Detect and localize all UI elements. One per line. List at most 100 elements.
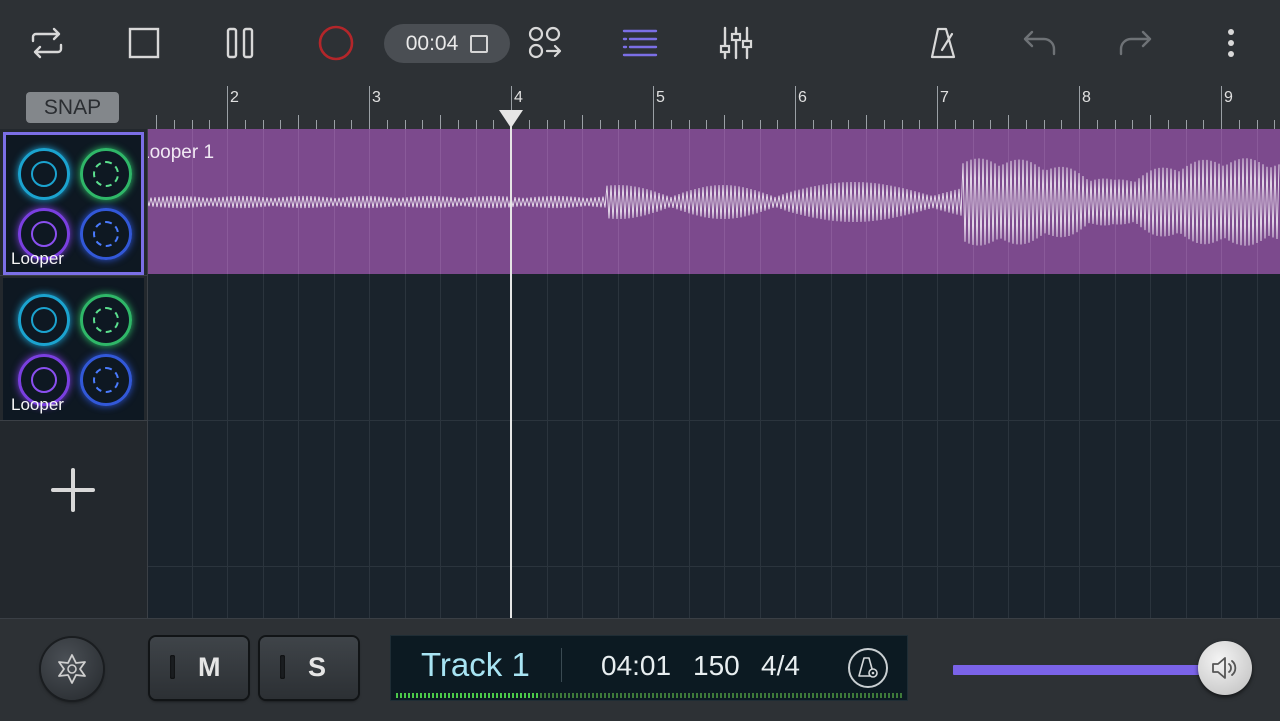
ruler-tick bbox=[493, 120, 494, 129]
mute-label: M bbox=[198, 652, 221, 682]
display-divider bbox=[561, 648, 562, 682]
mixer-icon bbox=[719, 26, 753, 60]
ruler-tick bbox=[564, 120, 565, 129]
solo-button[interactable]: S bbox=[260, 637, 358, 699]
track-row-divider bbox=[147, 420, 1280, 421]
track-row-divider bbox=[147, 566, 1280, 567]
ruler-tick bbox=[919, 120, 920, 129]
track-list-button[interactable] bbox=[615, 18, 665, 68]
ruler-tick bbox=[795, 86, 796, 129]
metronome-settings-icon bbox=[858, 657, 878, 678]
track-header-looper-2[interactable]: Looper bbox=[3, 278, 144, 421]
ruler-tick bbox=[405, 120, 406, 129]
metronome-icon bbox=[930, 27, 956, 59]
snap-button[interactable]: SNAP bbox=[26, 92, 119, 123]
ruler-tick bbox=[1239, 120, 1240, 129]
ruler-tick bbox=[476, 120, 477, 129]
speaker-icon bbox=[1212, 657, 1237, 679]
ruler-tick bbox=[937, 86, 938, 129]
stop-button[interactable] bbox=[119, 18, 169, 68]
add-track-button[interactable] bbox=[45, 462, 101, 518]
current-track-name[interactable]: Track 1 bbox=[421, 646, 530, 684]
ruler-tick bbox=[1008, 115, 1009, 129]
stop-icon bbox=[128, 27, 160, 59]
bar-number: 8 bbox=[1082, 89, 1091, 106]
metronome-button[interactable] bbox=[918, 18, 968, 68]
ruler-tick bbox=[263, 120, 264, 129]
solo-label: S bbox=[308, 652, 327, 682]
bar-number: 4 bbox=[514, 89, 523, 106]
pad-green-icon bbox=[80, 148, 132, 200]
ruler-tick bbox=[334, 120, 335, 129]
ruler-tick bbox=[866, 115, 867, 129]
track-header-looper-1[interactable]: Looper bbox=[3, 132, 144, 275]
audio-clip[interactable]: Looper 1 bbox=[147, 129, 1280, 274]
ruler-tick bbox=[1026, 120, 1027, 129]
bar-number: 3 bbox=[372, 89, 381, 106]
ruler-tick bbox=[689, 120, 690, 129]
pad-indigo-icon bbox=[80, 354, 132, 406]
effects-button[interactable] bbox=[41, 638, 103, 700]
master-volume-slider[interactable] bbox=[953, 665, 1213, 675]
bar-number: 9 bbox=[1224, 89, 1233, 106]
ruler-tick bbox=[369, 86, 370, 129]
loop-button[interactable] bbox=[22, 18, 72, 68]
ruler-tick bbox=[813, 120, 814, 129]
ruler-tick bbox=[1257, 120, 1258, 129]
ruler-tick bbox=[600, 120, 601, 129]
track-label: Looper bbox=[11, 395, 64, 414]
timeline-ruler[interactable]: 2 3 4 5 6 7 8 9 bbox=[147, 86, 1280, 129]
ruler-tick bbox=[1132, 120, 1133, 129]
timer-text: 00:04 bbox=[405, 31, 459, 55]
ruler-tick bbox=[422, 120, 423, 129]
track-info-display: Track 1 04:01 150 4/4 bbox=[390, 635, 908, 701]
ruler-tick bbox=[1061, 120, 1062, 129]
tempo-value[interactable]: 150 bbox=[693, 650, 740, 682]
pads-button[interactable] bbox=[520, 18, 570, 68]
pads-icon bbox=[528, 26, 562, 59]
bar-number: 5 bbox=[656, 89, 665, 106]
ruler-tick bbox=[227, 86, 228, 129]
redo-button[interactable] bbox=[1110, 18, 1160, 68]
ruler-tick bbox=[547, 120, 548, 129]
divider bbox=[0, 275, 147, 276]
fx-star-icon bbox=[58, 654, 86, 684]
volume-knob[interactable] bbox=[1198, 641, 1252, 695]
ruler-tick bbox=[742, 120, 743, 129]
record-button[interactable] bbox=[311, 18, 361, 68]
ruler-tick bbox=[1186, 120, 1187, 129]
ruler-tick bbox=[1168, 120, 1169, 129]
mixer-button[interactable] bbox=[711, 18, 761, 68]
mute-led bbox=[170, 655, 175, 679]
top-toolbar: 00:04 bbox=[0, 0, 1280, 86]
pause-button[interactable] bbox=[215, 18, 265, 68]
time-signature[interactable]: 4/4 bbox=[761, 650, 800, 682]
undo-button[interactable] bbox=[1015, 18, 1065, 68]
ruler-tick bbox=[156, 115, 157, 129]
ruler-tick bbox=[209, 120, 210, 129]
ruler-tick bbox=[618, 120, 619, 129]
recording-timer[interactable]: 00:04 bbox=[384, 24, 510, 63]
divider bbox=[0, 420, 147, 421]
ruler-tick bbox=[1115, 120, 1116, 129]
waveform bbox=[147, 158, 1280, 246]
ruler-tick bbox=[298, 115, 299, 129]
ruler-tick bbox=[1274, 120, 1275, 129]
ruler-tick bbox=[653, 86, 654, 129]
song-position[interactable]: 04:01 bbox=[601, 650, 671, 682]
ruler-tick bbox=[1097, 120, 1098, 129]
mute-button[interactable]: M bbox=[150, 637, 248, 699]
ruler-tick bbox=[280, 120, 281, 129]
track-list-icon bbox=[622, 29, 658, 57]
arrangement-area[interactable]: Looper 1 bbox=[147, 129, 1280, 618]
ruler-tick bbox=[671, 120, 672, 129]
ruler-tick bbox=[192, 120, 193, 129]
more-options-button[interactable] bbox=[1206, 18, 1256, 68]
playhead-handle[interactable] bbox=[499, 110, 523, 128]
more-icon bbox=[1228, 29, 1234, 57]
pad-indigo-icon bbox=[80, 208, 132, 260]
song-settings-button[interactable] bbox=[848, 648, 888, 688]
ruler-tick bbox=[1044, 120, 1045, 129]
ruler-tick bbox=[760, 120, 761, 129]
ruler-tick bbox=[848, 120, 849, 129]
